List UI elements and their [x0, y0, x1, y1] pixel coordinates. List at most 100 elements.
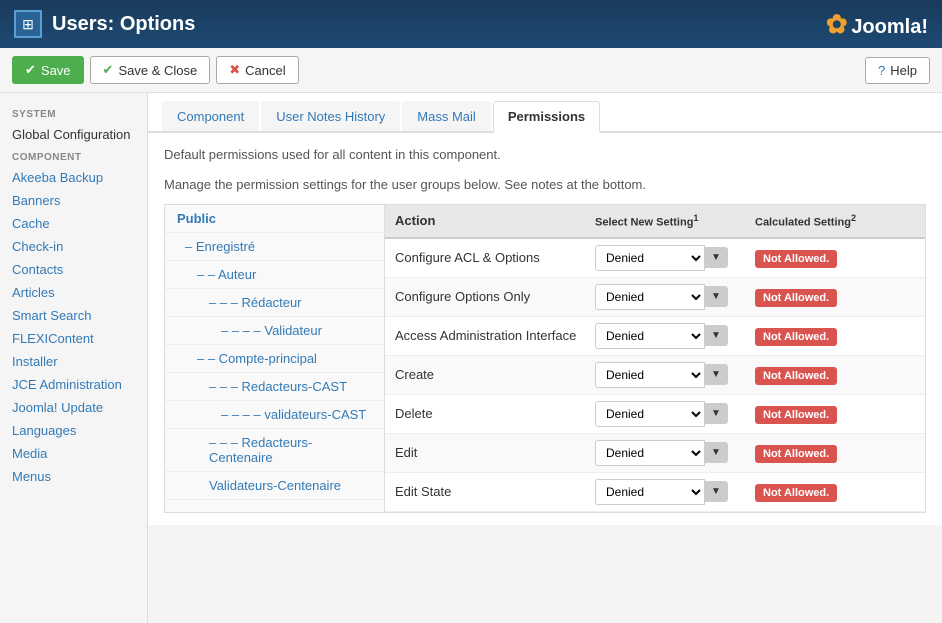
actions-table-header: Action Select New Setting1 Calculated Se…	[385, 205, 925, 239]
sidebar-item-cache[interactable]: Cache	[0, 212, 147, 235]
select-arrow-icon-2[interactable]: ▼	[705, 325, 728, 346]
col-calculated-setting-header: Calculated Setting2	[755, 213, 915, 229]
sidebar-item-akeeba[interactable]: Akeeba Backup	[0, 166, 147, 189]
action-row: Edit Denied Inherited Allowed ▼ Not Allo…	[385, 434, 925, 473]
group-auteur[interactable]: – – Auteur	[165, 261, 384, 289]
group-redacteur[interactable]: – – – Rédacteur	[165, 289, 384, 317]
select-setting-wrapper: Denied Inherited Allowed ▼	[595, 479, 755, 505]
action-name: Edit State	[395, 484, 595, 499]
group-redacteurs-cast[interactable]: – – – Redacteurs-CAST	[165, 373, 384, 401]
save-button[interactable]: ✔ Save	[12, 56, 84, 84]
action-name: Configure ACL & Options	[395, 250, 595, 265]
help-question-icon: ?	[878, 63, 885, 78]
groups-panel: Public – Enregistré – – Auteur – – – Réd…	[165, 205, 385, 512]
not-allowed-badge: Not Allowed.	[755, 484, 837, 502]
select-setting-wrapper: Denied Inherited Allowed ▼	[595, 284, 755, 310]
calculated-setting-cell: Not Allowed.	[755, 250, 915, 265]
action-rows-container: Configure ACL & Options Denied Inherited…	[385, 239, 925, 512]
not-allowed-badge: Not Allowed.	[755, 445, 837, 463]
sidebar-section-system: SYSTEM	[0, 103, 147, 123]
joomla-logo: ✿ Joomla!	[826, 9, 928, 40]
sidebar-item-articles[interactable]: Articles	[0, 281, 147, 304]
permissions-area: Public – Enregistré – – Auteur – – – Réd…	[164, 204, 926, 513]
calculated-setting-cell: Not Allowed.	[755, 328, 915, 343]
not-allowed-badge: Not Allowed.	[755, 367, 837, 385]
perm-select-4[interactable]: Denied Inherited Allowed	[595, 401, 705, 427]
group-validateurs-cast[interactable]: – – – – validateurs-CAST	[165, 401, 384, 429]
action-row: Configure ACL & Options Denied Inherited…	[385, 239, 925, 278]
app-icon: ⊞	[14, 10, 42, 38]
sidebar-item-menus[interactable]: Menus	[0, 465, 147, 488]
sidebar-item-jce-admin[interactable]: JCE Administration	[0, 373, 147, 396]
sidebar-item-smart-search[interactable]: Smart Search	[0, 304, 147, 327]
calculated-setting-cell: Not Allowed.	[755, 445, 915, 460]
group-compte-principal[interactable]: – – Compte-principal	[165, 345, 384, 373]
calculated-setting-cell: Not Allowed.	[755, 289, 915, 304]
not-allowed-badge: Not Allowed.	[755, 289, 837, 307]
not-allowed-badge: Not Allowed.	[755, 250, 837, 268]
not-allowed-badge: Not Allowed.	[755, 328, 837, 346]
select-arrow-icon-4[interactable]: ▼	[705, 403, 728, 424]
tab-mass-mail[interactable]: Mass Mail	[402, 101, 491, 131]
tabs-bar: Component User Notes History Mass Mail P…	[148, 93, 942, 133]
select-setting-wrapper: Denied Inherited Allowed ▼	[595, 323, 755, 349]
action-row: Delete Denied Inherited Allowed ▼ Not Al…	[385, 395, 925, 434]
group-enregistre[interactable]: – Enregistré	[165, 233, 384, 261]
col-action-header: Action	[395, 213, 595, 229]
action-name: Edit	[395, 445, 595, 460]
action-name: Create	[395, 367, 595, 382]
action-row: Edit State Denied Inherited Allowed ▼ No…	[385, 473, 925, 512]
group-public[interactable]: Public	[165, 205, 384, 233]
save-close-button[interactable]: ✔ Save & Close	[90, 56, 211, 84]
action-row: Configure Options Only Denied Inherited …	[385, 278, 925, 317]
action-row: Create Denied Inherited Allowed ▼ Not Al…	[385, 356, 925, 395]
perm-select-3[interactable]: Denied Inherited Allowed	[595, 362, 705, 388]
calculated-setting-cell: Not Allowed.	[755, 367, 915, 382]
perm-select-2[interactable]: Denied Inherited Allowed	[595, 323, 705, 349]
actions-table: Action Select New Setting1 Calculated Se…	[385, 205, 925, 512]
cancel-x-icon: ✖	[229, 62, 240, 78]
perm-desc-1: Default permissions used for all content…	[164, 145, 926, 165]
perm-select-6[interactable]: Denied Inherited Allowed	[595, 479, 705, 505]
calculated-setting-cell: Not Allowed.	[755, 406, 915, 421]
select-arrow-icon-3[interactable]: ▼	[705, 364, 728, 385]
group-validateur[interactable]: – – – – Validateur	[165, 317, 384, 345]
select-arrow-icon-6[interactable]: ▼	[705, 481, 728, 502]
select-arrow-icon-1[interactable]: ▼	[705, 286, 728, 307]
header: ⊞ Users: Options ✿ Joomla!	[0, 0, 942, 48]
sidebar-item-flexicontent[interactable]: FLEXIContent	[0, 327, 147, 350]
content-area: SYSTEM Global Configuration COMPONENT Ak…	[0, 93, 942, 623]
sidebar: SYSTEM Global Configuration COMPONENT Ak…	[0, 93, 148, 623]
sidebar-item-banners[interactable]: Banners	[0, 189, 147, 212]
tab-user-notes-history[interactable]: User Notes History	[261, 101, 400, 131]
help-button[interactable]: ? Help	[865, 57, 930, 84]
toolbar: ✔ Save ✔ Save & Close ✖ Cancel ? Help	[0, 48, 942, 93]
sidebar-item-joomla-update[interactable]: Joomla! Update	[0, 396, 147, 419]
select-arrow-icon-5[interactable]: ▼	[705, 442, 728, 463]
tab-permissions[interactable]: Permissions	[493, 101, 600, 133]
perm-select-1[interactable]: Denied Inherited Allowed	[595, 284, 705, 310]
group-redacteurs-centenaire[interactable]: – – – Redacteurs-Centenaire	[165, 429, 384, 472]
sidebar-item-contacts[interactable]: Contacts	[0, 258, 147, 281]
save-close-check-icon: ✔	[103, 62, 114, 78]
perm-select-5[interactable]: Denied Inherited Allowed	[595, 440, 705, 466]
perm-desc-2: Manage the permission settings for the u…	[164, 175, 926, 195]
tab-component[interactable]: Component	[162, 101, 259, 131]
sidebar-item-installer[interactable]: Installer	[0, 350, 147, 373]
calculated-setting-cell: Not Allowed.	[755, 484, 915, 499]
select-arrow-icon-0[interactable]: ▼	[705, 247, 728, 268]
cancel-button[interactable]: ✖ Cancel	[216, 56, 298, 84]
main-content: Component User Notes History Mass Mail P…	[148, 93, 942, 623]
sidebar-item-languages[interactable]: Languages	[0, 419, 147, 442]
sidebar-item-media[interactable]: Media	[0, 442, 147, 465]
select-setting-wrapper: Denied Inherited Allowed ▼	[595, 245, 755, 271]
group-validateurs-centenaire[interactable]: Validateurs-Centenaire	[165, 472, 384, 500]
select-setting-wrapper: Denied Inherited Allowed ▼	[595, 401, 755, 427]
permissions-content: Default permissions used for all content…	[148, 133, 942, 525]
action-name: Configure Options Only	[395, 289, 595, 304]
select-setting-wrapper: Denied Inherited Allowed ▼	[595, 440, 755, 466]
sidebar-item-global-config: Global Configuration	[0, 123, 147, 146]
not-allowed-badge: Not Allowed.	[755, 406, 837, 424]
sidebar-item-checkin[interactable]: Check-in	[0, 235, 147, 258]
perm-select-0[interactable]: Denied Inherited Allowed	[595, 245, 705, 271]
